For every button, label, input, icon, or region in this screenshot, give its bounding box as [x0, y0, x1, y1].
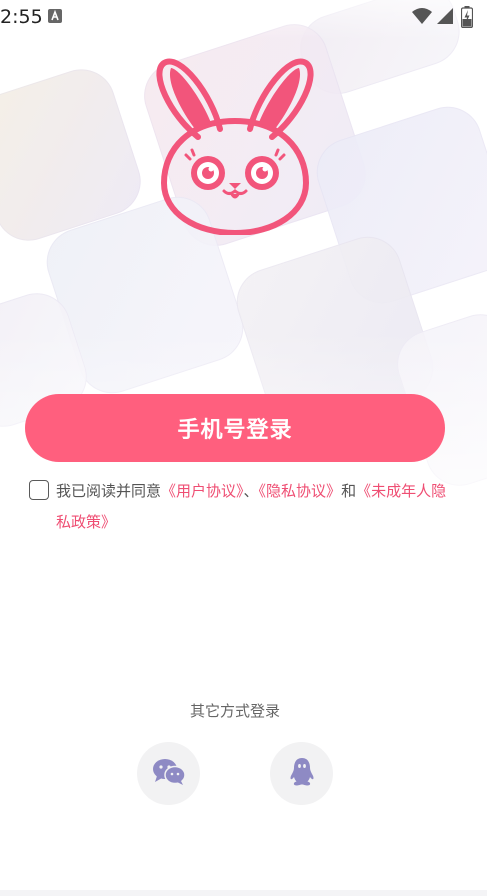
- wechat-login-button[interactable]: [137, 742, 200, 805]
- notification-icon: [48, 9, 62, 23]
- status-time: 2:55: [0, 6, 43, 28]
- status-bar: 2:55: [0, 0, 487, 34]
- agreement-text: 我已阅读并同意《用户协议》、《隐私协议》和《未成年人隐私政策》: [56, 476, 456, 538]
- wifi-icon: [411, 7, 433, 29]
- user-agreement-link[interactable]: 《用户协议》: [161, 482, 244, 500]
- qq-login-button[interactable]: [270, 742, 333, 805]
- agreement-separator: 、: [243, 482, 259, 500]
- battery-charging-icon: [460, 6, 474, 32]
- wechat-icon: [152, 758, 186, 790]
- bottom-gesture-bar: [0, 890, 487, 896]
- agreement-conjunction: 和: [341, 482, 357, 500]
- qq-icon: [290, 757, 314, 791]
- privacy-agreement-link[interactable]: 《隐私协议》: [259, 482, 342, 500]
- agreement-prefix: 我已阅读并同意: [56, 482, 162, 500]
- other-login-label: 其它方式登录: [189, 702, 280, 720]
- signal-icon: [436, 7, 454, 29]
- phone-login-button[interactable]: 手机号登录: [25, 394, 445, 462]
- agreement-checkbox[interactable]: [29, 480, 49, 500]
- bunny-logo: [150, 55, 320, 236]
